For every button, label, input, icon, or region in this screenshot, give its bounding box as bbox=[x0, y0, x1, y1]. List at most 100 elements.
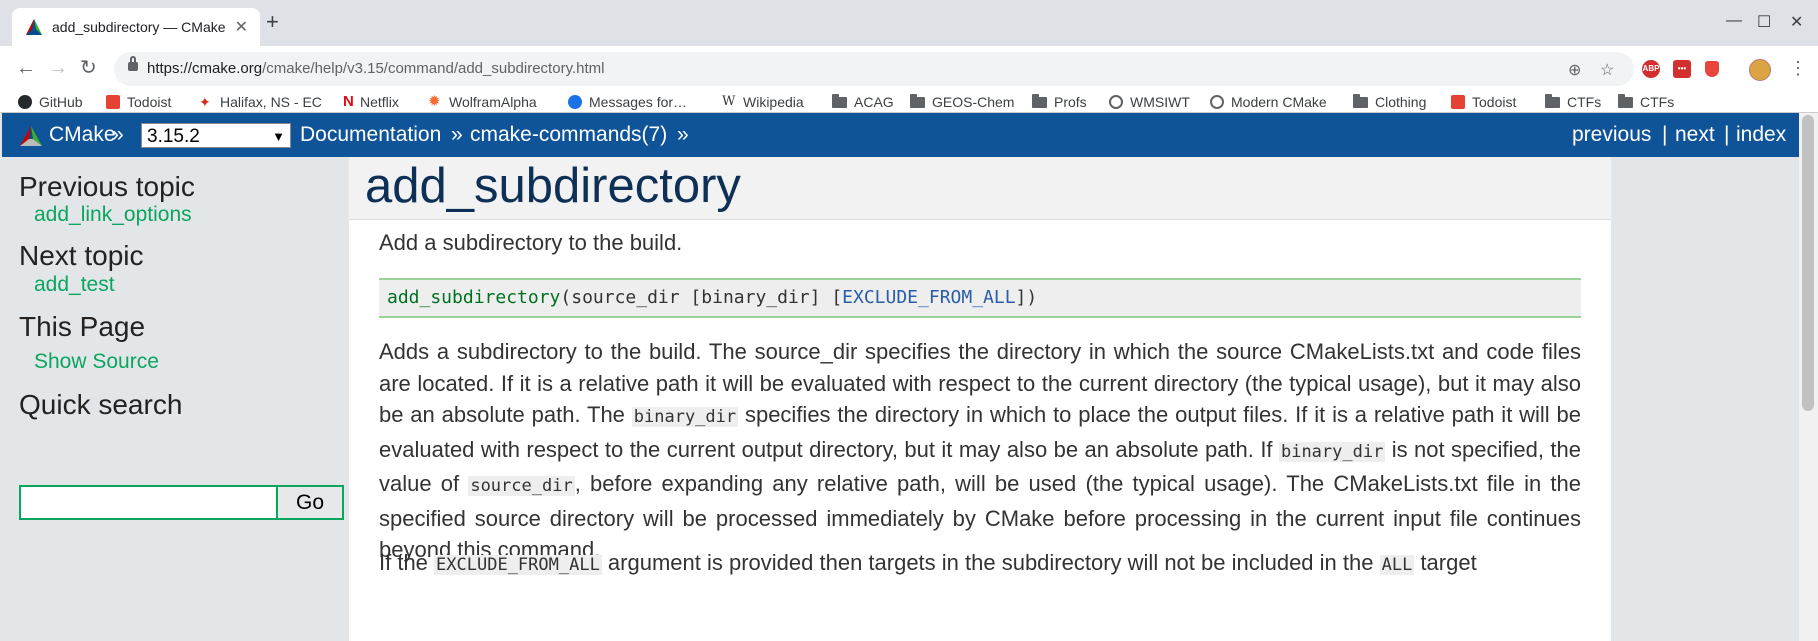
signature-code-block: add_subdirectory(source_dir [binary_dir]… bbox=[379, 278, 1581, 318]
maximize-button[interactable]: ☐ bbox=[1757, 12, 1771, 32]
folder-icon bbox=[832, 93, 847, 108]
folder-icon bbox=[1545, 93, 1560, 108]
bookmark-profs[interactable]: Profs bbox=[1032, 93, 1087, 110]
breadcrumb-cmake-home[interactable]: CMake bbox=[49, 123, 116, 147]
cmake-logo-icon bbox=[20, 126, 42, 146]
inline-code: binary_dir bbox=[631, 407, 739, 427]
bookmark-modern-cmake[interactable]: Modern CMake bbox=[1210, 94, 1327, 110]
intro-paragraph: Add a subdirectory to the build. bbox=[379, 230, 683, 255]
browser-toolbar: ← → ↻ https://cmake.org/cmake/help/v3.15… bbox=[0, 46, 1818, 92]
lock-icon bbox=[128, 56, 138, 71]
new-tab-button[interactable]: + bbox=[266, 11, 279, 33]
close-window-button[interactable]: ✕ bbox=[1790, 12, 1803, 32]
back-button[interactable]: ← bbox=[16, 58, 36, 78]
this-page-heading: This Page bbox=[19, 311, 146, 342]
bookmark-netflix[interactable]: N Netflix bbox=[343, 94, 399, 110]
previous-link[interactable]: previous bbox=[1572, 123, 1651, 147]
breadcrumb-separator: » bbox=[451, 123, 463, 146]
messages-icon bbox=[568, 95, 582, 109]
bookmark-clothing[interactable]: Clothing bbox=[1353, 93, 1426, 110]
bookmark-wmsiwt[interactable]: WMSIWT bbox=[1109, 94, 1190, 110]
bookmark-halifax[interactable]: ✦ Halifax, NS - EC bbox=[199, 94, 322, 110]
bookmark-todoist[interactable]: Todoist bbox=[106, 94, 171, 110]
abp-icon[interactable]: ABP bbox=[1642, 60, 1660, 78]
description-paragraph: Adds a subdirectory to the build. The so… bbox=[379, 339, 1582, 562]
go-button[interactable]: Go bbox=[276, 485, 344, 520]
index-link[interactable]: index bbox=[1736, 123, 1786, 147]
next-topic-heading: Next topic bbox=[19, 240, 144, 271]
title-bar: add_subdirectory bbox=[349, 157, 1611, 220]
inline-code: source_dir bbox=[468, 476, 575, 496]
wikipedia-icon: W bbox=[722, 94, 736, 109]
bookmark-geos-chem[interactable]: GEOS-Chem bbox=[910, 93, 1014, 110]
nav-pipe: | bbox=[1662, 123, 1668, 146]
web-page: CMake » 3.15.2 ▼ Documentation » cmake-c… bbox=[2, 113, 1799, 641]
search-input[interactable] bbox=[19, 485, 297, 520]
chevron-down-icon: ▼ bbox=[272, 129, 285, 144]
scrollbar-thumb[interactable] bbox=[1802, 115, 1814, 411]
url-text[interactable]: https://cmake.org/cmake/help/v3.15/comma… bbox=[147, 60, 604, 77]
bookmark-wolfram[interactable]: ✹ WolframAlpha bbox=[428, 94, 537, 110]
breadcrumb-documentation[interactable]: Documentation bbox=[300, 123, 441, 147]
folder-icon bbox=[1618, 93, 1633, 108]
bookmark-github[interactable]: GitHub bbox=[18, 94, 83, 110]
breadcrumb-separator: » bbox=[677, 123, 689, 146]
quick-search-heading: Quick search bbox=[19, 389, 183, 420]
bookmark-acag[interactable]: ACAG bbox=[832, 93, 894, 110]
folder-icon bbox=[910, 93, 925, 108]
previous-topic-link[interactable]: add_link_options bbox=[34, 203, 192, 227]
forward-button[interactable]: → bbox=[48, 58, 68, 78]
code-close: ]) bbox=[1015, 287, 1038, 308]
github-icon bbox=[18, 95, 32, 109]
breadcrumb-separator: » bbox=[112, 123, 124, 146]
address-bar[interactable]: https://cmake.org/cmake/help/v3.15/comma… bbox=[114, 52, 1634, 86]
todoist-icon bbox=[106, 95, 120, 109]
wolfram-icon: ✹ bbox=[428, 93, 441, 110]
lastpass-icon[interactable]: ••• bbox=[1673, 60, 1691, 78]
menu-icon[interactable]: ⋮ bbox=[1789, 58, 1807, 78]
folder-icon bbox=[1353, 93, 1368, 108]
browser-tab[interactable]: add_subdirectory — CMake ✕ bbox=[12, 8, 260, 46]
version-select[interactable]: 3.15.2 ▼ bbox=[141, 123, 291, 148]
main-content: add_subdirectory Add a subdirectory to t… bbox=[349, 157, 1611, 641]
show-source-link[interactable]: Show Source bbox=[34, 350, 159, 374]
version-value: 3.15.2 bbox=[147, 126, 200, 147]
avatar[interactable] bbox=[1749, 59, 1771, 81]
inline-code: ALL bbox=[1379, 555, 1415, 575]
bookmark-todoist-2[interactable]: Todoist bbox=[1451, 94, 1516, 110]
bookmark-ctfs[interactable]: CTFs bbox=[1545, 93, 1601, 110]
tab-strip: add_subdirectory — CMake ✕ + — ☐ ✕ bbox=[0, 0, 1818, 46]
zoom-icon[interactable]: ⊕ bbox=[1568, 60, 1581, 80]
minimize-button[interactable]: — bbox=[1726, 12, 1742, 30]
globe-icon bbox=[1210, 95, 1224, 109]
bookmark-star-icon[interactable]: ☆ bbox=[1600, 60, 1614, 80]
breadcrumb-cmake-commands[interactable]: cmake-commands(7) bbox=[470, 123, 667, 147]
code-args: (source_dir [binary_dir] [ bbox=[560, 287, 843, 308]
nav-pipe: | bbox=[1724, 123, 1730, 146]
reload-button[interactable]: ↻ bbox=[80, 58, 97, 78]
code-function-name: add_subdirectory bbox=[387, 287, 561, 308]
previous-topic-heading: Previous topic bbox=[19, 171, 195, 202]
bookmarks-bar: GitHub Todoist ✦ Halifax, NS - EC N Netfli… bbox=[0, 92, 1818, 113]
globe-icon bbox=[1109, 95, 1123, 109]
sidebar: Previous topic add_link_options Next top… bbox=[2, 157, 349, 641]
tab-title: add_subdirectory — CMake bbox=[52, 19, 226, 35]
code-keyword: EXCLUDE_FROM_ALL bbox=[842, 287, 1016, 308]
shield-icon[interactable] bbox=[1705, 61, 1719, 77]
bookmark-messages[interactable]: Messages for… bbox=[568, 94, 687, 110]
bookmark-ctfs-2[interactable]: CTFs bbox=[1618, 93, 1674, 110]
next-link[interactable]: next bbox=[1675, 123, 1715, 147]
todoist-icon bbox=[1451, 95, 1465, 109]
tab-close-icon[interactable]: ✕ bbox=[235, 17, 248, 37]
inline-code: binary_dir bbox=[1278, 441, 1386, 462]
exclude-paragraph: If the EXCLUDE_FROM_ALL argument is prov… bbox=[379, 550, 1477, 575]
inline-code: EXCLUDE_FROM_ALL bbox=[434, 555, 602, 575]
next-topic-link[interactable]: add_test bbox=[34, 273, 115, 297]
page-scrollbar[interactable] bbox=[1799, 113, 1818, 641]
maple-leaf-icon: ✦ bbox=[199, 94, 211, 110]
page-title: add_subdirectory bbox=[365, 159, 741, 213]
cmake-favicon-icon bbox=[26, 19, 42, 35]
bookmark-wikipedia[interactable]: W Wikipedia bbox=[722, 94, 804, 110]
netflix-icon: N bbox=[343, 93, 354, 110]
related-nav-bar: CMake » 3.15.2 ▼ Documentation » cmake-c… bbox=[2, 113, 1799, 157]
